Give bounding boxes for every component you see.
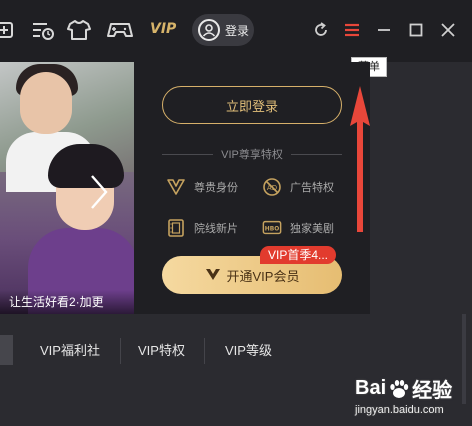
paw-icon	[390, 379, 409, 398]
divider-line	[162, 153, 214, 155]
close-icon[interactable]	[436, 18, 460, 42]
nav-vip-welfare[interactable]: VIP福利社	[40, 340, 100, 359]
login-now-button[interactable]: 立即登录	[162, 86, 342, 124]
perk-label: 广告特权	[290, 182, 334, 194]
svg-text:HBO: HBO	[265, 226, 279, 232]
vip-crown-icon	[205, 267, 221, 284]
banner-caption: 让生活好看2·加更	[0, 290, 134, 314]
vip-crown-icon	[166, 177, 186, 197]
perk-label: 尊贵身份	[194, 182, 238, 194]
hbo-icon: HBO	[262, 218, 282, 238]
red-arrow-annotation	[350, 86, 370, 232]
menu-icon[interactable]	[340, 18, 364, 42]
top-toolbar: VIP 登录	[0, 0, 472, 62]
divider-line	[290, 153, 343, 155]
nav-separator	[120, 338, 121, 364]
perk-item[interactable]: 尊贵身份	[166, 177, 238, 197]
perk-label: 独家美剧	[290, 223, 334, 235]
perk-item[interactable]: AD 广告特权	[262, 177, 334, 197]
history-icon[interactable]	[30, 17, 56, 43]
vip-bottom-nav: VIP福利社 VIP特权 VIP等级	[0, 330, 472, 372]
nav-separator	[204, 338, 205, 364]
perk-label: 院线新片	[194, 223, 238, 235]
perk-item[interactable]: 院线新片	[166, 218, 238, 238]
nav-tab-stub[interactable]	[0, 335, 13, 365]
user-avatar-icon	[198, 19, 220, 41]
vip-panel: 立即登录 VIP尊享特权 尊贵身份 AD 广告特权 院线新片 HBO 独家美剧 …	[134, 62, 370, 314]
login-label: 登录	[225, 23, 250, 38]
refresh-icon[interactable]	[309, 18, 333, 42]
vip-label[interactable]: VIP	[150, 21, 176, 37]
no-ads-icon: AD	[262, 177, 282, 197]
watermark-text-right: 经验	[412, 380, 453, 402]
perk-item[interactable]: HBO 独家美剧	[262, 218, 334, 238]
login-button[interactable]: 登录	[192, 14, 254, 46]
watermark-url: jingyan.baidu.com	[355, 404, 444, 416]
banner-person-1-face	[20, 72, 72, 134]
tshirt-icon[interactable]	[66, 17, 92, 43]
promo-badge: VIP首季4...	[260, 246, 337, 264]
nav-vip-privileges[interactable]: VIP特权	[138, 340, 185, 359]
watermark-logo: Bai 经验	[355, 374, 452, 403]
svg-text:AD: AD	[267, 184, 277, 192]
maximize-icon[interactable]	[404, 18, 428, 42]
add-video-icon[interactable]	[0, 17, 18, 43]
baidu-watermark: Bai 经验 jingyan.baidu.com	[355, 372, 467, 422]
minimize-icon[interactable]	[372, 18, 396, 42]
film-icon	[166, 218, 186, 238]
open-vip-label: 开通VIP会员	[226, 268, 300, 284]
nav-vip-level[interactable]: VIP等级	[225, 340, 272, 359]
watermark-text-left: Bai	[355, 377, 387, 399]
promo-banner[interactable]: 让生活好看2·加更	[0, 62, 134, 314]
gamepad-icon[interactable]	[107, 17, 133, 43]
vip-section-title: VIP尊享特权	[221, 149, 283, 161]
chevron-right-icon[interactable]	[86, 172, 112, 212]
vip-section-divider: VIP尊享特权	[162, 146, 343, 162]
